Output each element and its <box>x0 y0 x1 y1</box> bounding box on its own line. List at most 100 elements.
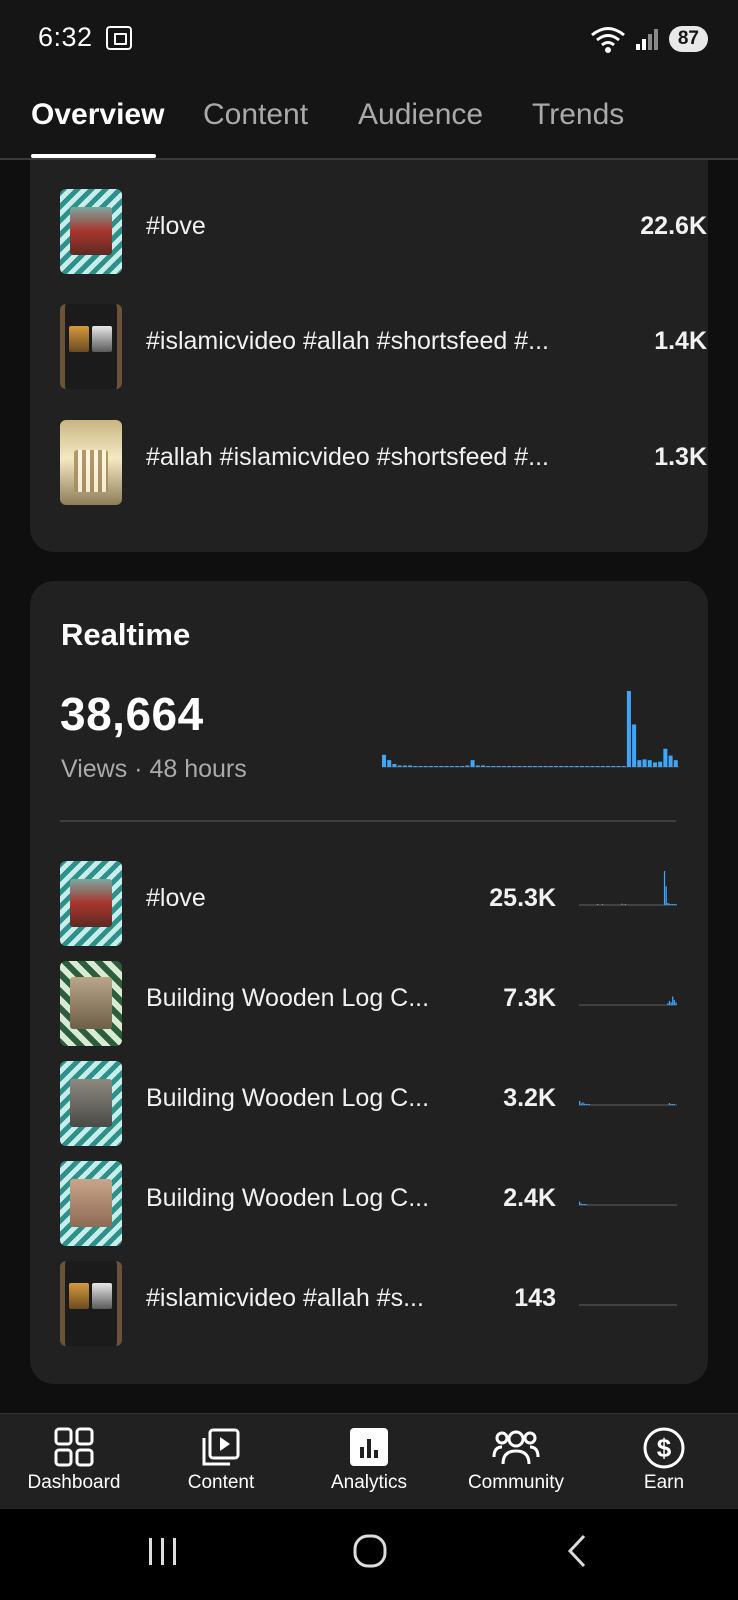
chart-bar <box>621 766 626 767</box>
video-views: 1.4K <box>654 327 707 355</box>
tab-trends[interactable]: Trends <box>532 98 624 132</box>
nav-label: Community <box>467 1472 565 1493</box>
chart-bar <box>402 765 407 767</box>
chart-bar <box>507 766 512 767</box>
chart-bar <box>465 765 470 767</box>
sparkline-bar <box>673 904 675 905</box>
realtime-views-label: Views · 48 hours <box>61 755 247 783</box>
video-thumbnail <box>60 1061 122 1146</box>
sparkline-bar <box>673 999 675 1005</box>
recent-apps-icon[interactable] <box>146 1531 180 1571</box>
realtime-heading: Realtime <box>61 617 191 652</box>
realtime-views-count: 38,664 <box>60 688 204 740</box>
chart-bar <box>580 766 585 767</box>
chart-bar <box>475 765 480 767</box>
home-icon[interactable] <box>350 1531 390 1571</box>
sparkline-bar <box>675 904 677 905</box>
chart-bar <box>486 766 491 767</box>
sparkline-bar <box>579 1201 581 1205</box>
video-thumbnail <box>60 1261 122 1346</box>
sparkline-bar <box>580 1103 582 1105</box>
system-navigation-bar <box>0 1509 738 1600</box>
video-sparkline <box>579 1304 677 1306</box>
video-thumbnail <box>60 304 122 389</box>
wifi-icon <box>590 27 625 53</box>
realtime-card[interactable]: Realtime 38,664 Views · 48 hours #love 2… <box>30 581 708 1384</box>
chart-bar <box>673 760 678 767</box>
nav-dashboard[interactable]: Dashboard <box>0 1414 148 1510</box>
sparkline-bar <box>621 903 623 905</box>
chart-bar <box>606 766 611 767</box>
sparkline-bar <box>663 871 666 905</box>
signal-icon <box>635 29 658 50</box>
video-title: Building Wooden Log C... <box>146 1184 430 1212</box>
chart-bar <box>439 766 444 767</box>
chart-bar <box>564 766 569 767</box>
chart-bar <box>611 766 616 767</box>
chart-bar <box>408 765 413 767</box>
sparkline-bar <box>583 1103 586 1105</box>
nav-content[interactable]: Content <box>147 1414 295 1510</box>
sparkline-bar <box>668 903 671 905</box>
sparkline-bar <box>588 1104 591 1105</box>
video-title: #allah #islamicvideo #shortsfeed #... <box>146 443 550 471</box>
sparkline-bar <box>670 903 672 905</box>
sparkline-bar <box>668 1102 671 1105</box>
video-title: Building Wooden Log C... <box>146 1084 430 1112</box>
video-thumbnail <box>60 961 122 1046</box>
tab-overview[interactable]: Overview <box>31 98 164 132</box>
chart-bar <box>663 748 668 767</box>
chart-bar <box>559 766 564 767</box>
chart-bar <box>517 766 522 767</box>
sparkline-bar <box>596 904 599 905</box>
tab-audience[interactable]: Audience <box>358 98 483 132</box>
sparkline-bar <box>587 1104 589 1105</box>
sparkline-bar <box>580 1203 582 1205</box>
chart-bar <box>600 766 605 767</box>
chart-bar <box>553 766 558 767</box>
video-views: 2.4K <box>503 1184 556 1212</box>
video-views: 25.3K <box>489 884 556 912</box>
chart-bar <box>533 766 538 767</box>
video-sparkline <box>579 1201 677 1206</box>
back-icon[interactable] <box>562 1531 592 1571</box>
chart-bar <box>512 766 517 767</box>
video-views: 143 <box>514 1284 556 1312</box>
video-sparkline <box>579 1100 677 1106</box>
chart-bar <box>637 760 642 767</box>
chart-bar <box>574 766 579 767</box>
chart-bar <box>647 760 652 767</box>
chart-bar <box>658 761 663 767</box>
community-icon <box>492 1430 540 1465</box>
top-content-card: #love 22.6K #islamicvideo #allah #shorts… <box>30 160 708 552</box>
video-thumbnail <box>60 189 122 274</box>
sparkline-bar <box>601 904 604 905</box>
video-title: #islamicvideo #allah #shortsfeed #... <box>146 327 550 355</box>
video-title: #love <box>146 884 206 912</box>
content-icon <box>202 1428 240 1466</box>
video-thumbnail <box>60 861 122 946</box>
divider <box>60 820 676 822</box>
chart-bar <box>585 766 590 767</box>
sparkline-bar <box>668 1000 671 1005</box>
video-views: 1.3K <box>654 443 707 471</box>
chart-bar <box>397 765 402 767</box>
nav-earn[interactable]: $ Earn <box>590 1414 738 1510</box>
chart-bar <box>460 766 465 767</box>
chart-bar <box>501 766 506 767</box>
svg-text:$: $ <box>657 1433 672 1463</box>
status-icons: 87 <box>589 24 708 54</box>
nav-community[interactable]: Community <box>442 1414 590 1510</box>
chart-bar <box>387 760 392 767</box>
sparkline-bar <box>672 1104 674 1105</box>
chart-bar <box>444 766 449 767</box>
chart-bar <box>538 766 543 767</box>
chart-bar <box>668 755 673 767</box>
chart-bar <box>423 766 428 767</box>
video-title: #love <box>146 212 206 240</box>
chart-bar <box>434 766 439 767</box>
nav-label: Content <box>187 1472 255 1493</box>
tab-content[interactable]: Content <box>203 98 308 132</box>
nav-analytics[interactable]: Analytics <box>295 1414 443 1510</box>
chart-bar <box>590 766 595 767</box>
